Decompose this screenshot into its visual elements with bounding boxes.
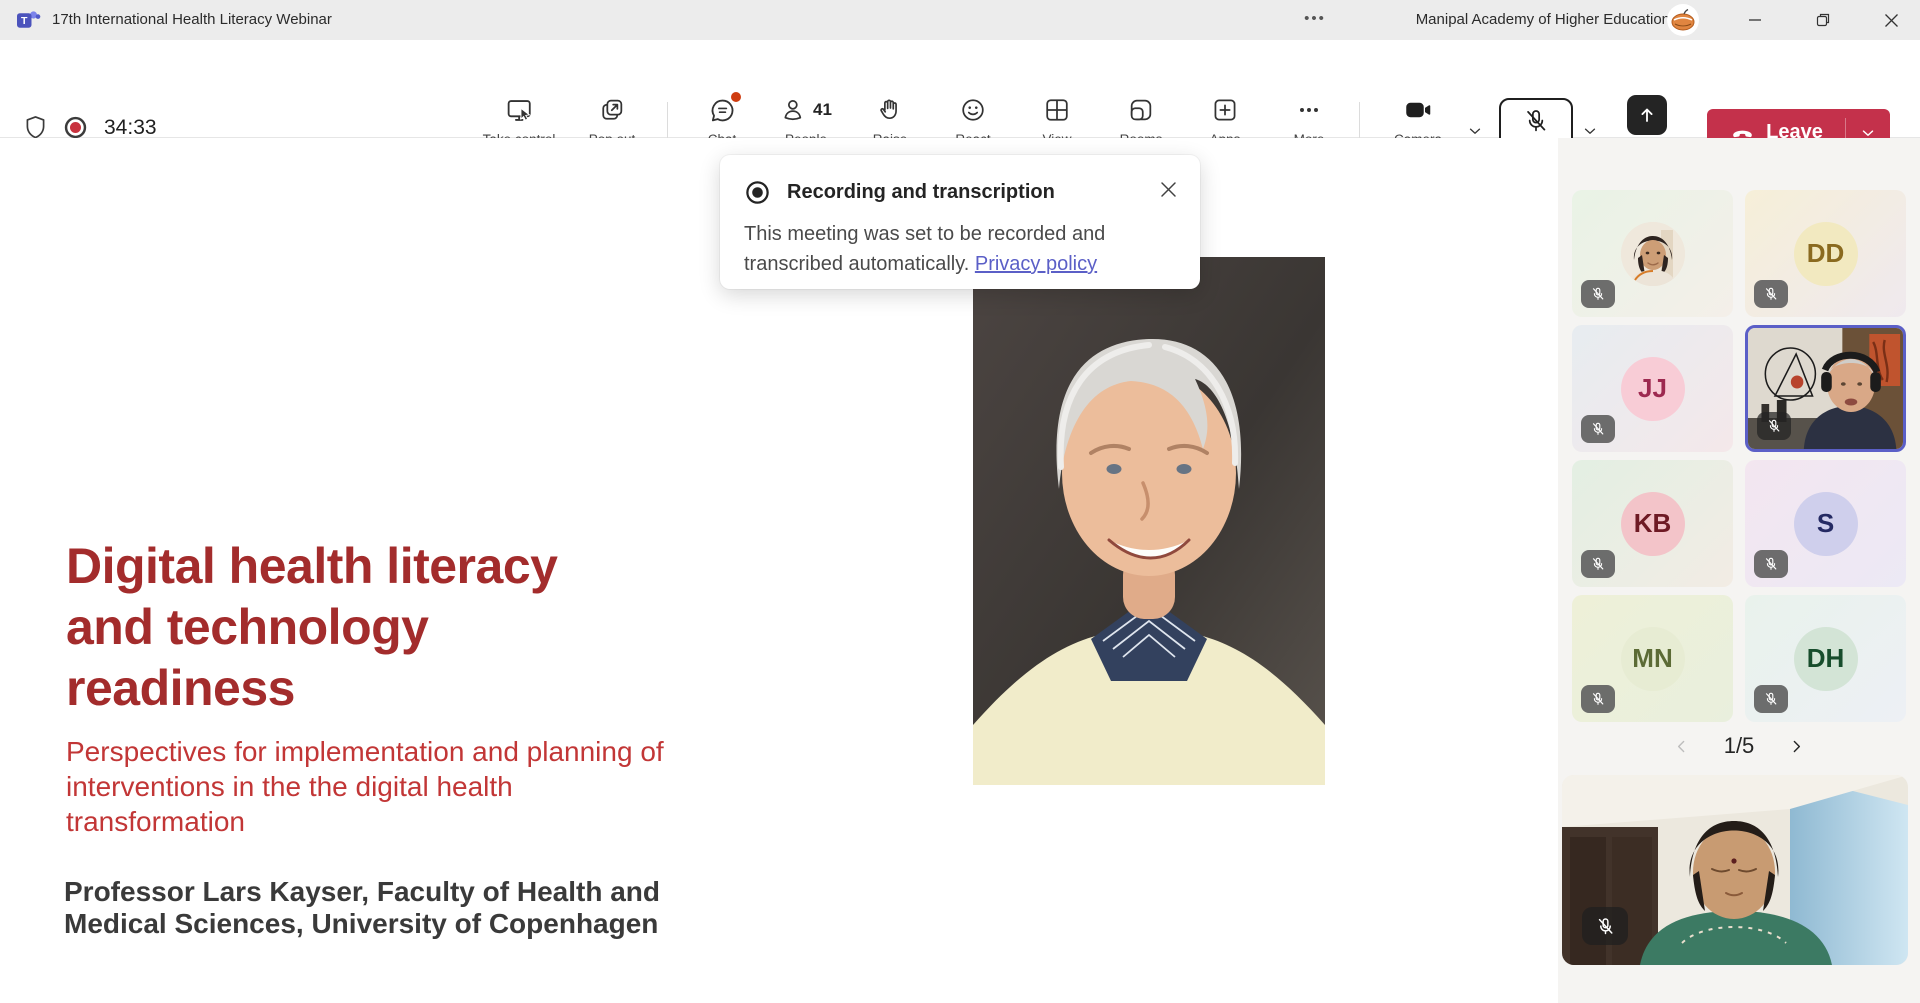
org-name: Manipal Academy of Higher Education	[1416, 0, 1670, 40]
self-view-video[interactable]	[1562, 775, 1908, 965]
chat-activity-dot	[731, 92, 741, 102]
mic-muted-badge	[1754, 550, 1788, 578]
slide-subtitle: Perspectives for implementation and plan…	[66, 734, 664, 839]
pop-out-icon	[598, 95, 626, 125]
mic-muted-badge	[1581, 685, 1615, 713]
svg-text:T: T	[21, 15, 28, 27]
participant-photo-avatar	[1621, 222, 1685, 286]
rooms-icon	[1127, 95, 1155, 125]
presenter-portrait-photo	[973, 257, 1325, 785]
security-shield-icon	[22, 114, 49, 141]
window-titlebar: T 17th International Health Literacy Web…	[0, 0, 1920, 40]
mic-muted-icon	[1522, 107, 1550, 135]
teams-app-icon: T	[15, 7, 41, 33]
meeting-timer: 34:33	[104, 116, 157, 140]
apps-icon	[1211, 95, 1239, 125]
record-status-icon	[744, 179, 771, 206]
participant-initials-avatar: JJ	[1621, 357, 1685, 421]
chat-icon	[708, 95, 737, 125]
raise-hand-icon	[876, 95, 904, 125]
participant-tile[interactable]: DD	[1745, 190, 1906, 317]
slide-title: Digital health literacy and technology r…	[66, 536, 557, 719]
pager-prev-icon[interactable]	[1668, 732, 1696, 760]
mic-muted-badge	[1582, 907, 1628, 945]
more-icon	[1295, 95, 1323, 125]
people-icon	[780, 96, 808, 124]
share-icon	[1627, 95, 1667, 135]
mic-muted-badge	[1754, 280, 1788, 308]
participant-tile[interactable]: JJ	[1572, 325, 1733, 452]
participant-initials-avatar: DD	[1794, 222, 1858, 286]
camera-icon	[1403, 95, 1433, 125]
participant-tile[interactable]	[1572, 190, 1733, 317]
view-icon	[1043, 95, 1071, 125]
people-count: 41	[813, 100, 832, 120]
slide-author: Professor Lars Kayser, Faculty of Health…	[64, 876, 660, 940]
mic-muted-badge	[1581, 550, 1615, 578]
participant-tile[interactable]: MN	[1572, 595, 1733, 722]
recording-notification: Recording and transcription This meeting…	[720, 155, 1200, 289]
recording-indicator-icon	[62, 114, 89, 141]
take-control-icon	[505, 95, 534, 125]
participants-sidebar: DD JJ	[1558, 138, 1920, 1003]
participant-tile[interactable]: KB	[1572, 460, 1733, 587]
mic-muted-badge	[1581, 415, 1615, 443]
participant-initials-avatar: KB	[1621, 492, 1685, 556]
meeting-toolbar: 34:33 Take control Pop out	[0, 40, 1920, 138]
org-logo	[1666, 3, 1700, 37]
participant-initials-avatar: MN	[1621, 627, 1685, 691]
react-icon	[959, 95, 987, 125]
participants-pager: 1/5	[1558, 728, 1920, 764]
restore-button[interactable]	[1800, 0, 1846, 40]
minimize-button[interactable]	[1732, 0, 1778, 40]
active-speaker-video-tile[interactable]	[1745, 325, 1906, 452]
participant-tile[interactable]: DH	[1745, 595, 1906, 722]
participant-initials-avatar: S	[1794, 492, 1858, 556]
participant-initials-avatar: DH	[1794, 627, 1858, 691]
titlebar-overflow-menu[interactable]: •••	[1292, 0, 1338, 38]
mic-muted-badge	[1757, 412, 1791, 440]
meeting-title: 17th International Health Literacy Webin…	[52, 0, 332, 40]
mic-muted-badge	[1581, 280, 1615, 308]
notification-title: Recording and transcription	[787, 181, 1055, 204]
mic-muted-badge	[1754, 685, 1788, 713]
shared-content-stage: Digital health literacy and technology r…	[0, 138, 1558, 1003]
pager-next-icon[interactable]	[1782, 732, 1810, 760]
participant-tile[interactable]: S	[1745, 460, 1906, 587]
close-button[interactable]	[1868, 0, 1914, 40]
privacy-policy-link[interactable]: Privacy policy	[975, 253, 1097, 275]
notification-close-icon[interactable]	[1154, 175, 1182, 203]
pager-label: 1/5	[1724, 733, 1755, 759]
